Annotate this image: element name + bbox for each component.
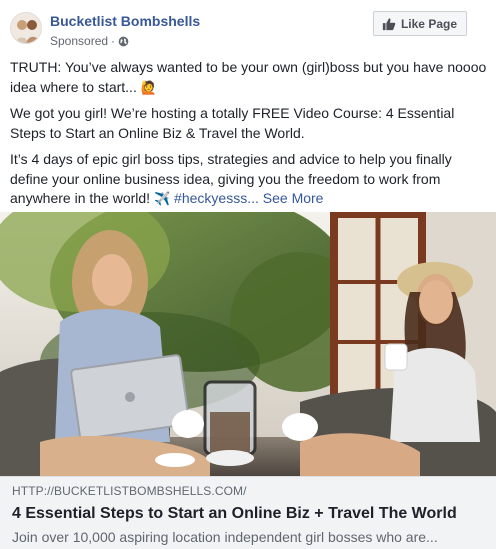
hashtag-link[interactable]: #heckyesss... [174, 190, 259, 206]
link-title[interactable]: 4 Essential Steps to Start an Online Biz… [12, 505, 484, 523]
post-paragraph: It’s 4 days of epic girl boss tips, stra… [10, 150, 488, 209]
link-preview-card[interactable]: HTTP://BUCKETLISTBOMBSHELLS.COM/ 4 Essen… [0, 476, 496, 549]
ad-image[interactable] [0, 212, 496, 476]
post-message: TRUTH: You’ve always wanted to be your o… [10, 58, 488, 216]
ad-photo [0, 212, 496, 476]
page-name-link[interactable]: Bucketlist Bombshells [50, 13, 200, 29]
like-page-label: Like Page [400, 16, 457, 31]
separator-dot: · [111, 34, 116, 48]
thumbs-up-icon [382, 17, 396, 31]
post-paragraph-text: TRUTH: You’ve always wanted to be your o… [10, 59, 487, 95]
globe-icon [118, 36, 129, 47]
link-domain: HTTP://BUCKETLISTBOMBSHELLS.COM/ [12, 484, 247, 498]
airplane-emoji-icon: ✈️ [153, 191, 171, 206]
raising-hand-emoji-icon: 🙋 [140, 79, 157, 95]
post-paragraph: TRUTH: You’ve always wanted to be your o… [10, 58, 488, 97]
see-more-link[interactable]: See More [263, 190, 324, 206]
link-description: Join over 10,000 aspiring location indep… [12, 529, 438, 545]
sponsored-label[interactable]: Sponsored [50, 34, 108, 48]
sponsored-row: Sponsored · [50, 34, 129, 48]
post-header: Bucketlist Bombshells Sponsored · Like P… [0, 0, 496, 56]
page-avatar[interactable] [10, 12, 42, 44]
post-paragraph: We got you girl! We’re hosting a totally… [10, 105, 455, 141]
like-page-button[interactable]: Like Page [372, 11, 467, 36]
